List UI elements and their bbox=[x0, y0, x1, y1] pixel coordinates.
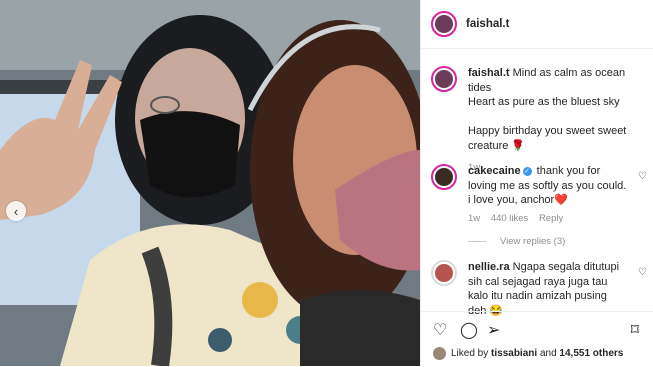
header-username[interactable]: faishal.t bbox=[466, 18, 509, 30]
replies-divider bbox=[468, 241, 486, 242]
post-side-panel: faishal.t faishal.t Mind as calm as ocea… bbox=[420, 0, 653, 366]
heart-icon[interactable]: ♡ bbox=[638, 170, 647, 185]
caption-username[interactable]: faishal.t bbox=[468, 67, 510, 79]
avatar[interactable] bbox=[431, 260, 457, 286]
avatar[interactable] bbox=[431, 164, 457, 190]
liked-count[interactable]: 14,551 others bbox=[559, 348, 623, 359]
comment-item: nellie.ra Ngapa segala ditutupi sih cal … bbox=[431, 260, 647, 318]
liked-user[interactable]: tissabiani bbox=[491, 348, 537, 359]
selfie-image bbox=[0, 0, 420, 366]
reply-button[interactable]: Reply bbox=[539, 213, 563, 224]
liked-and: and bbox=[539, 348, 557, 359]
share-icon[interactable]: ➢ bbox=[487, 320, 500, 340]
liked-prefix: Liked by bbox=[451, 348, 489, 359]
heart-icon[interactable]: ♡ bbox=[638, 266, 647, 281]
post-photo[interactable]: ‹ bbox=[0, 0, 420, 366]
instagram-post-view: ‹ faishal.t faishal.t Mind as calm as oc… bbox=[0, 0, 653, 366]
avatar[interactable] bbox=[431, 66, 457, 92]
caption: faishal.t Mind as calm as ocean tides He… bbox=[431, 66, 647, 176]
verified-icon: ✓ bbox=[522, 166, 532, 176]
chevron-left-icon[interactable]: ‹ bbox=[6, 201, 26, 221]
comment-likes[interactable]: 440 likes bbox=[491, 213, 529, 224]
comment-username[interactable]: nellie.ra bbox=[468, 261, 510, 273]
comment-time[interactable]: 1w bbox=[468, 213, 480, 224]
avatar[interactable] bbox=[433, 347, 446, 360]
bookmark-icon[interactable]: ⌑ bbox=[631, 320, 639, 340]
avatar[interactable] bbox=[431, 11, 457, 37]
comment-username[interactable]: cakecaine bbox=[468, 165, 521, 177]
comment-icon[interactable]: ◯ bbox=[460, 320, 478, 340]
liked-by: Liked by tissabiani and 14,551 others bbox=[433, 347, 623, 360]
heart-icon[interactable]: ♡ bbox=[433, 320, 447, 340]
caption-line-2: Heart as pure as the bluest sky bbox=[468, 96, 620, 108]
view-replies-label: View replies (3) bbox=[500, 236, 566, 247]
comment-item: cakecaine ✓ thank you for loving me as so… bbox=[431, 164, 647, 226]
post-header: faishal.t bbox=[421, 0, 653, 49]
view-replies-button[interactable]: View replies (3) bbox=[468, 236, 565, 247]
caption-line-3: Happy birthday you sweet sweet creature … bbox=[468, 125, 627, 152]
post-actions: ♡ ◯ ➢ ⌑ Liked by tissabiani and 14,551 o… bbox=[421, 311, 653, 367]
